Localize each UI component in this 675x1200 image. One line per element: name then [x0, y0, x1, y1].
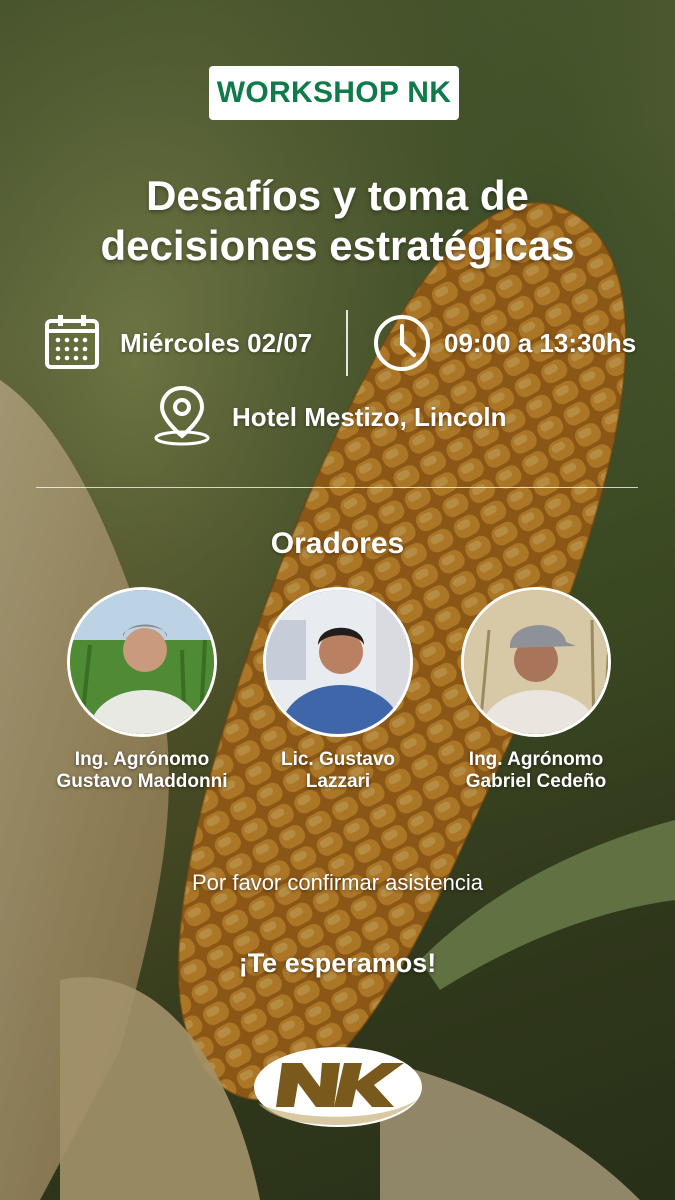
speaker-card: Ing. Agrónomo Gabriel Cedeño: [436, 587, 636, 793]
speaker-name: Gabriel Cedeño: [465, 771, 607, 792]
speaker-title: Ing. Agrónomo: [468, 749, 604, 770]
speaker-photo: [263, 587, 413, 737]
rsvp-note: Por favor confirmar asistencia: [192, 870, 483, 895]
title-line-1: Desafíos y toma de: [146, 172, 529, 219]
speaker-photo: [461, 587, 611, 737]
speaker-title: Ing. Agrónomo: [74, 749, 210, 770]
location-pin-icon: [154, 385, 210, 446]
closing-message: ¡Te esperamos!: [238, 948, 437, 978]
speaker-name: Lazzari: [305, 771, 371, 792]
clock-icon: [374, 315, 430, 371]
speaker-card: Ing. Agrónomo Gustavo Maddonni: [42, 587, 242, 793]
section-divider: [36, 487, 638, 488]
speaker-photo: [67, 587, 217, 737]
nk-logo: [254, 1047, 422, 1127]
speaker-title: Lic. Gustavo: [280, 749, 396, 770]
workshop-badge: WORKSHOP NK: [209, 66, 459, 120]
title-line-2: decisiones estratégicas: [100, 222, 575, 269]
speaker-card: Lic. Gustavo Lazzari: [238, 587, 438, 793]
workshop-poster: WORKSHOP NK Desafíos y toma de decisione…: [0, 0, 675, 1200]
event-date: Miércoles 02/07: [120, 328, 313, 358]
event-location: Hotel Mestizo, Lincoln: [232, 402, 507, 432]
event-time: 09:00 a 13:30hs: [444, 328, 637, 358]
speakers-heading: Oradores: [270, 527, 405, 560]
calendar-icon: [45, 315, 99, 369]
info-divider: [346, 310, 348, 376]
speaker-name: Gustavo Maddonni: [56, 771, 228, 792]
